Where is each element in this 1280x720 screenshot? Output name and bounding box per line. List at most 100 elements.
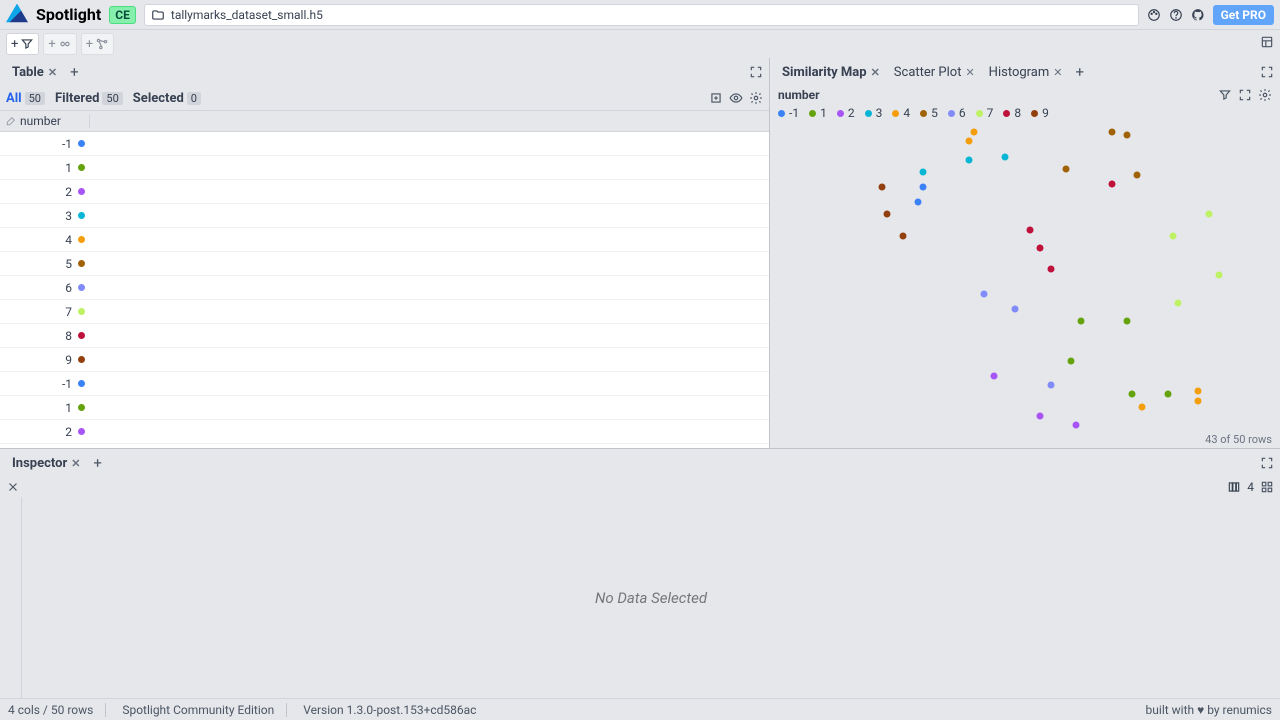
table-row[interactable]: 1 xyxy=(0,396,769,420)
close-icon[interactable]: ✕ xyxy=(1053,66,1062,79)
map-point[interactable] xyxy=(1129,391,1136,398)
maximize-icon[interactable] xyxy=(1260,456,1274,470)
tab-similarity-map[interactable]: Similarity Map ✕ xyxy=(776,61,886,84)
table-row[interactable]: -1 xyxy=(0,132,769,156)
github-icon[interactable] xyxy=(1191,8,1205,22)
filename-input[interactable]: tallymarks_dataset_small.h5 xyxy=(144,4,1139,26)
map-point[interactable] xyxy=(1108,180,1115,187)
columns-icon[interactable] xyxy=(1227,480,1241,494)
column-header-number[interactable]: number xyxy=(0,114,90,128)
maximize-icon[interactable] xyxy=(749,65,763,79)
map-point[interactable] xyxy=(971,129,978,136)
tab-table[interactable]: Table ✕ xyxy=(6,61,63,84)
help-icon[interactable] xyxy=(1169,8,1183,22)
map-point[interactable] xyxy=(1078,318,1085,325)
close-icon[interactable]: ✕ xyxy=(871,66,880,79)
legend-item[interactable]: 1 xyxy=(809,106,827,120)
map-point[interactable] xyxy=(1195,388,1202,395)
close-icon[interactable]: ✕ xyxy=(965,66,974,79)
map-point[interactable] xyxy=(1027,226,1034,233)
add-filter-button[interactable]: + xyxy=(6,33,39,55)
table-row[interactable]: 7 xyxy=(0,300,769,324)
legend-item[interactable]: 8 xyxy=(1003,106,1021,120)
map-point[interactable] xyxy=(1169,232,1176,239)
map-canvas[interactable] xyxy=(770,126,1280,431)
add-tab-button[interactable]: + xyxy=(1071,61,1090,83)
map-point[interactable] xyxy=(1037,245,1044,252)
close-icon[interactable] xyxy=(6,480,20,494)
table-row[interactable]: -1 xyxy=(0,372,769,396)
table-row[interactable]: 3 xyxy=(0,204,769,228)
close-icon[interactable]: ✕ xyxy=(71,457,80,470)
tab-histogram[interactable]: Histogram ✕ xyxy=(983,61,1069,84)
tab-scatter-plot[interactable]: Scatter Plot ✕ xyxy=(888,61,981,84)
table-body[interactable]: -1123456789-112 xyxy=(0,132,769,448)
filter-icon[interactable] xyxy=(1218,88,1232,102)
map-point[interactable] xyxy=(991,373,998,380)
table-row[interactable]: 5 xyxy=(0,252,769,276)
table-row[interactable]: 1 xyxy=(0,156,769,180)
tab-inspector[interactable]: Inspector ✕ xyxy=(6,452,86,475)
layout-icon[interactable] xyxy=(1260,35,1274,49)
maximize-icon[interactable] xyxy=(1260,65,1274,79)
gear-icon[interactable] xyxy=(1258,88,1272,102)
add-tab-button[interactable]: + xyxy=(88,452,107,474)
table-row[interactable]: 9 xyxy=(0,348,769,372)
get-pro-button[interactable]: Get PRO xyxy=(1213,5,1274,25)
map-point[interactable] xyxy=(1124,318,1131,325)
map-point[interactable] xyxy=(1047,382,1054,389)
table-row[interactable]: 4 xyxy=(0,228,769,252)
palette-icon[interactable] xyxy=(1147,8,1161,22)
map-point[interactable] xyxy=(965,138,972,145)
legend-item[interactable]: 4 xyxy=(892,106,910,120)
filter-selected[interactable]: Selected 0 xyxy=(133,91,201,106)
map-point[interactable] xyxy=(920,168,927,175)
legend-item[interactable]: 3 xyxy=(865,106,883,120)
add-column-icon[interactable] xyxy=(709,91,723,105)
legend-item[interactable]: 5 xyxy=(920,106,938,120)
close-icon[interactable]: ✕ xyxy=(48,66,57,79)
map-point[interactable] xyxy=(1205,211,1212,218)
fit-icon[interactable] xyxy=(1238,88,1252,102)
grid-icon[interactable] xyxy=(1260,480,1274,494)
table-row[interactable]: 6 xyxy=(0,276,769,300)
statusbar: 4 cols / 50 rows Spotlight Community Edi… xyxy=(0,698,1280,720)
filter-all[interactable]: All 50 xyxy=(6,91,45,106)
map-point[interactable] xyxy=(879,184,886,191)
map-point[interactable] xyxy=(1134,171,1141,178)
table-row[interactable]: 8 xyxy=(0,324,769,348)
add-graph-button[interactable]: + xyxy=(81,33,114,55)
map-point[interactable] xyxy=(1067,357,1074,364)
map-point[interactable] xyxy=(1011,306,1018,313)
add-link-button[interactable]: + xyxy=(43,33,76,55)
map-point[interactable] xyxy=(965,156,972,163)
gear-icon[interactable] xyxy=(749,91,763,105)
map-point[interactable] xyxy=(1175,299,1182,306)
map-point[interactable] xyxy=(1047,266,1054,273)
map-point[interactable] xyxy=(1108,129,1115,136)
table-row[interactable]: 2 xyxy=(0,420,769,444)
map-point[interactable] xyxy=(1164,391,1171,398)
map-point[interactable] xyxy=(899,232,906,239)
map-point[interactable] xyxy=(1215,272,1222,279)
legend-item[interactable]: 6 xyxy=(948,106,966,120)
map-point[interactable] xyxy=(1195,397,1202,404)
map-point[interactable] xyxy=(1037,412,1044,419)
legend-item[interactable]: 2 xyxy=(837,106,855,120)
add-tab-button[interactable]: + xyxy=(65,61,84,83)
map-point[interactable] xyxy=(920,184,927,191)
filter-filtered[interactable]: Filtered 50 xyxy=(55,91,123,106)
map-point[interactable] xyxy=(1073,421,1080,428)
map-point[interactable] xyxy=(1124,132,1131,139)
legend-item[interactable]: 7 xyxy=(976,106,994,120)
map-point[interactable] xyxy=(1139,403,1146,410)
table-row[interactable]: 2 xyxy=(0,180,769,204)
map-point[interactable] xyxy=(884,211,891,218)
map-point[interactable] xyxy=(981,290,988,297)
legend-item[interactable]: 9 xyxy=(1031,106,1049,120)
map-point[interactable] xyxy=(1062,165,1069,172)
map-point[interactable] xyxy=(914,199,921,206)
visibility-icon[interactable] xyxy=(729,91,743,105)
map-point[interactable] xyxy=(1001,153,1008,160)
legend-item[interactable]: -1 xyxy=(778,106,799,120)
